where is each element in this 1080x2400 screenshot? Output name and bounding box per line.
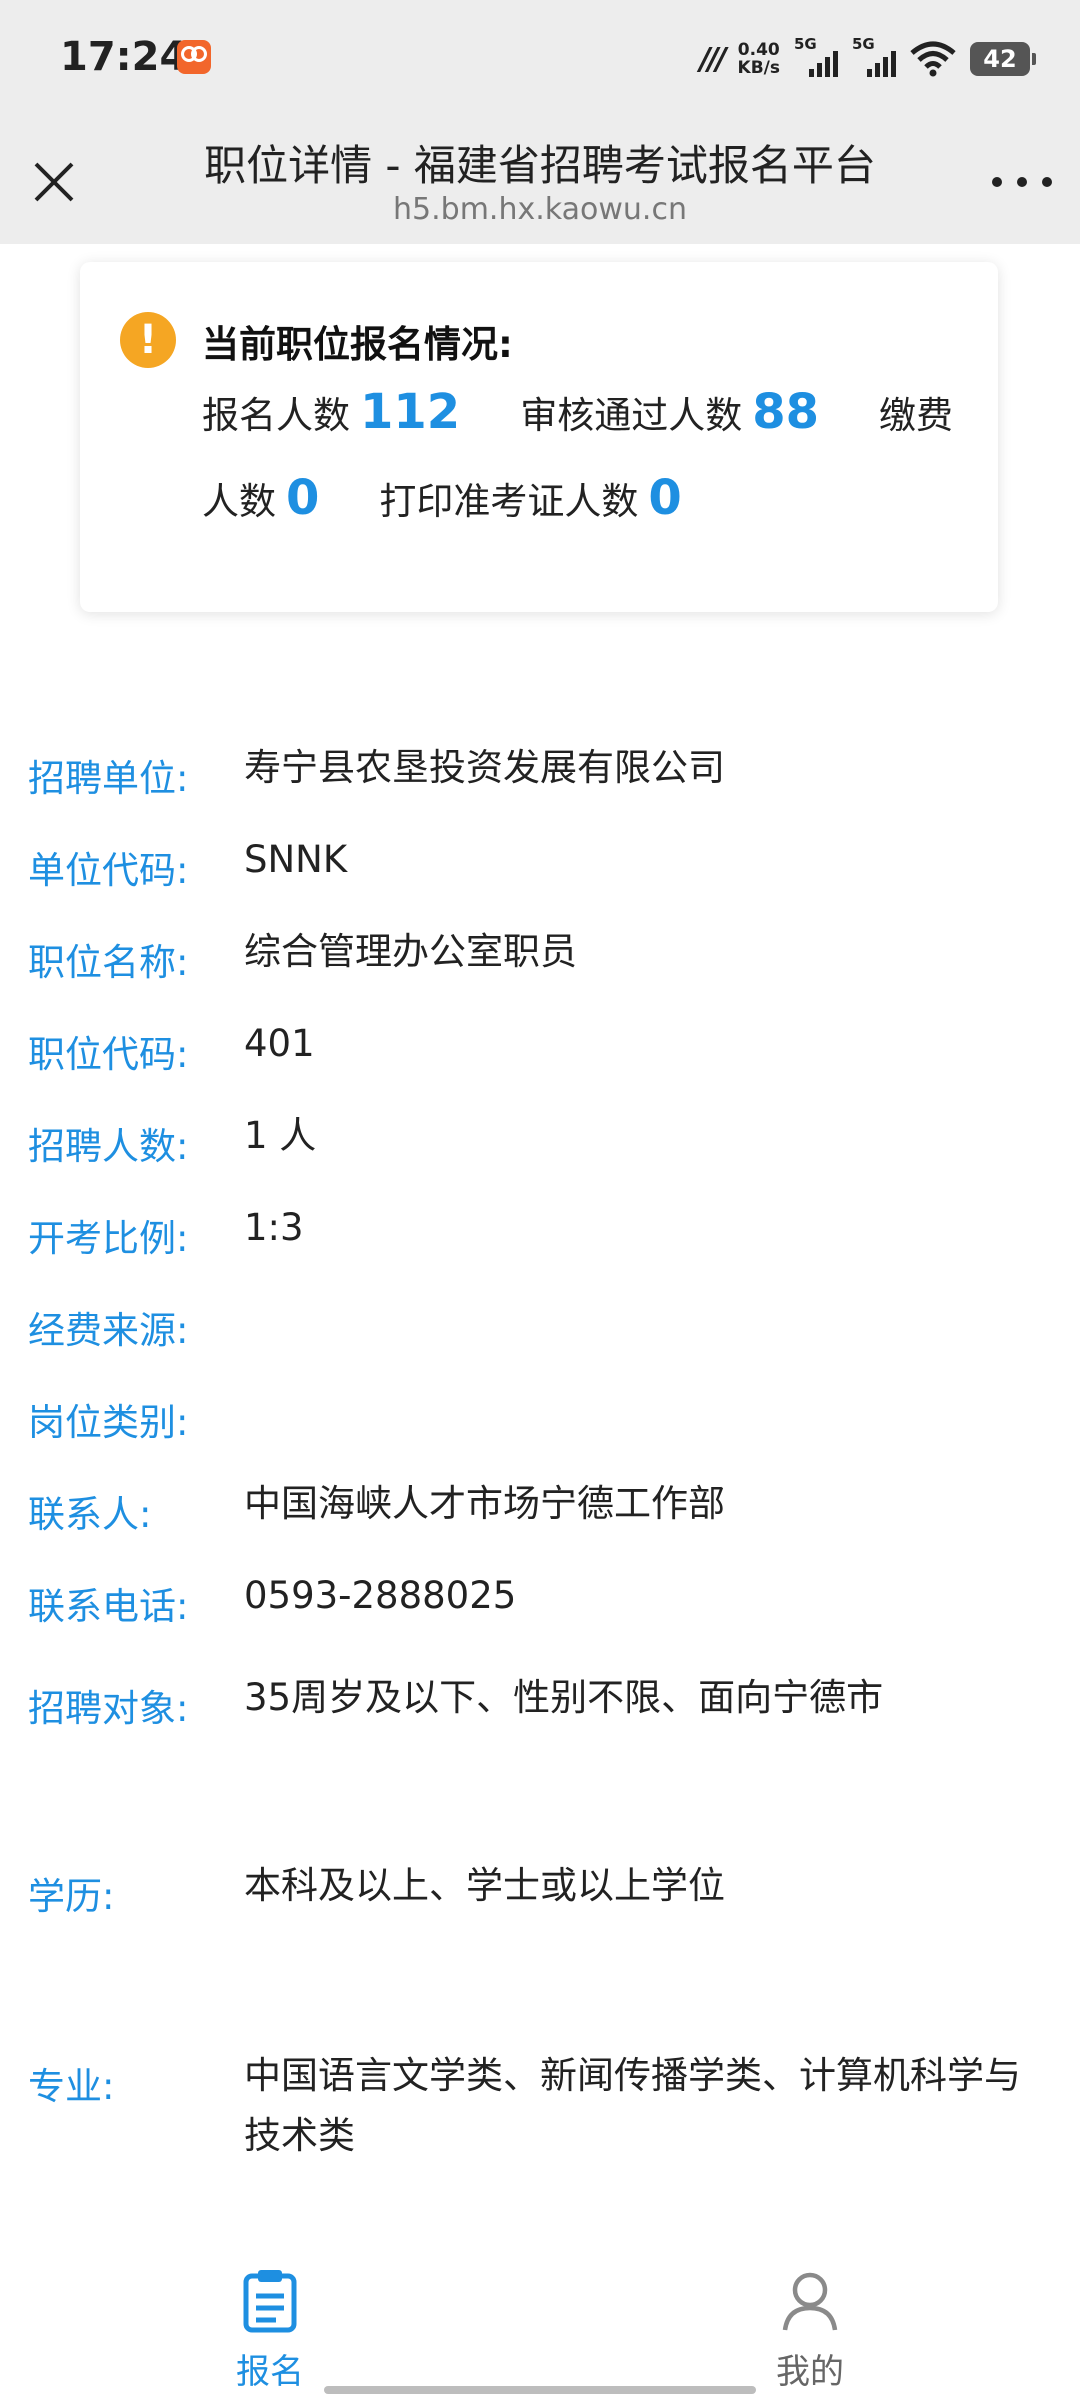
- clipboard-icon: [243, 2270, 297, 2333]
- page-header: 职位详情 - 福建省招聘考试报名平台 h5.bm.hx.kaowu.cn: [0, 118, 1080, 244]
- detail-label: 岗位类别:: [28, 1401, 189, 1444]
- stats-line-1: 报名人数 112 审核通过人数 88 缴费: [202, 384, 953, 440]
- content-fade: [0, 2222, 1080, 2252]
- printed-count: 0: [648, 470, 682, 526]
- more-options-icon[interactable]: [992, 172, 1052, 192]
- detail-label: 职位代码:: [28, 1033, 189, 1076]
- detail-value[interactable]: 0593-2888025: [244, 1566, 1040, 1626]
- detail-value: 1:3: [244, 1206, 304, 1249]
- detail-value: SNNK: [244, 838, 348, 881]
- detail-label: 专业:: [28, 2065, 115, 2108]
- detail-label: 开考比例:: [28, 1217, 189, 1260]
- printed-label: 打印准考证人数: [379, 480, 639, 523]
- detail-label: 单位代码:: [28, 849, 189, 892]
- detail-value: 1 人: [244, 1114, 317, 1157]
- detail-value: 综合管理办公室职员: [244, 930, 577, 973]
- paid-count: 0: [286, 470, 320, 526]
- status-icons: /// 0.40 KB/s 5G 5G 42: [699, 35, 1036, 80]
- approved-label: 审核通过人数: [520, 394, 743, 437]
- stats-title: 当前职位报名情况:: [202, 323, 513, 366]
- detail-label: 学历:: [28, 1875, 115, 1918]
- status-bar: 17:24 /// 0.40 KB/s 5G 5G 42: [0, 0, 1080, 118]
- wifi-icon: [910, 41, 956, 77]
- detail-value: 寿宁县农垦投资发展有限公司: [244, 746, 725, 789]
- detail-label: 经费来源:: [28, 1309, 189, 1352]
- detail-value: 本科及以上、学士或以上学位: [244, 1864, 725, 1907]
- detail-label: 招聘对象:: [28, 1687, 189, 1730]
- paid-label-part1: 缴费: [879, 394, 953, 437]
- detail-value: 401: [244, 1022, 315, 1065]
- registered-count: 112: [360, 384, 461, 440]
- signal-icon: 5G: [794, 35, 838, 79]
- nav-tab-signup[interactable]: 报名: [170, 2268, 370, 2393]
- detail-label: 联系电话:: [28, 1585, 189, 1628]
- network-speed-value: 0.40: [737, 40, 780, 60]
- warning-icon: !: [120, 312, 176, 368]
- registration-stats-card: ! 当前职位报名情况: 报名人数 112 审核通过人数 88 缴费 人数 0 打印准考证人数…: [80, 262, 998, 612]
- paid-label-part2: 人数: [202, 480, 276, 523]
- approved-count: 88: [752, 384, 819, 440]
- signal-icon: 5G: [852, 35, 896, 79]
- bottom-nav: 报名 我的: [0, 2250, 1080, 2400]
- detail-label: 联系人:: [28, 1493, 152, 1536]
- detail-label: 招聘单位:: [28, 757, 189, 800]
- status-time: 17:24: [60, 34, 188, 80]
- detail-value: 35周岁及以下、性别不限、面向宁德市: [244, 1676, 884, 1719]
- detail-value: 中国语言文学类、新闻传播学类、计算机科学与技术类: [244, 2054, 1021, 2157]
- detail-label: 职位名称:: [28, 941, 189, 984]
- stats-line-2: 人数 0 打印准考证人数 0: [202, 470, 682, 526]
- page-title: 职位详情 - 福建省招聘考试报名平台: [204, 141, 876, 190]
- network-logo-icon: ///: [699, 41, 727, 77]
- home-indicator[interactable]: [324, 2386, 756, 2394]
- user-icon: [782, 2272, 838, 2331]
- network-speed: 0.40 KB/s: [738, 41, 780, 77]
- registered-label: 报名人数: [202, 394, 350, 437]
- page-url: h5.bm.hx.kaowu.cn: [393, 192, 687, 227]
- detail-value: 中国海峡人才市场宁德工作部: [244, 1482, 725, 1525]
- app-notification-icon: [177, 40, 211, 74]
- network-speed-unit: KB/s: [737, 58, 780, 78]
- nav-tab-mine[interactable]: 我的: [710, 2268, 910, 2393]
- detail-label: 招聘人数:: [28, 1125, 189, 1168]
- battery-icon: 42: [970, 42, 1036, 76]
